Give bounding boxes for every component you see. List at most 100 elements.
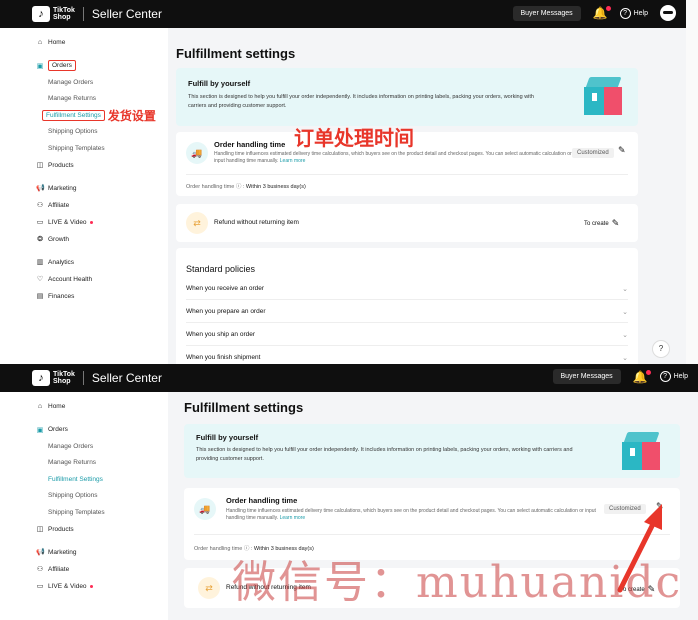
chevron-down-icon: ⌄ <box>622 285 628 293</box>
sidebar-item-finances[interactable]: ▤ Finances <box>0 288 168 305</box>
sidebar-item-live-video[interactable]: ▭ LIVE & Video <box>0 214 168 231</box>
growth-icon: ❂ <box>37 236 43 243</box>
package-box-icon <box>584 77 622 117</box>
intro-description: This section is designed to help you ful… <box>196 447 573 462</box>
help-float-icon[interactable]: ? <box>652 340 670 358</box>
help-button[interactable]: ? Help <box>659 371 688 382</box>
edit-icon[interactable]: ✎ <box>618 145 626 156</box>
order-handling-time: Order handling time ⓘ : Within 3 busines… <box>186 184 306 190</box>
help-icon: ? <box>619 7 631 19</box>
sidebar: ⌂ Home ▣ Orders Manage Orders Manage Retur… <box>0 28 168 364</box>
sidebar-item-fulfillment-settings[interactable]: Fulfillment Settings <box>0 471 168 488</box>
sidebar: ⌂ Home ▣ Orders Manage Orders Manage Retur… <box>0 392 168 620</box>
video-icon: ▭ <box>36 219 44 226</box>
products-icon: ◫ <box>36 526 44 533</box>
sidebar-item-products[interactable]: ◫ Products <box>0 157 168 174</box>
sidebar-item-affiliate[interactable]: ⚇ Affiliate <box>0 561 168 578</box>
sidebar-item-shipping-templates[interactable]: Shipping Templates <box>0 504 168 521</box>
video-icon: ▭ <box>36 583 44 590</box>
truck-icon: 🚚 <box>186 142 208 164</box>
chevron-down-icon: ⌄ <box>622 331 628 339</box>
help-button[interactable]: ? Help <box>619 7 648 19</box>
sidebar-item-orders[interactable]: ▣ Orders <box>0 57 168 74</box>
order-handling-description: Handling time influences estimated deliv… <box>226 508 596 521</box>
learn-more-link[interactable]: Learn more <box>280 158 306 164</box>
sidebar-item-orders[interactable]: ▣ Orders <box>0 421 168 438</box>
refund-without-return-card: ⇄ Refund without returning item To creat… <box>176 204 638 242</box>
screenshot-top: ♪ TikTok Shop Seller Center Buyer Message… <box>0 0 698 364</box>
page-title: Fulfillment settings <box>176 46 296 61</box>
top-bar: ♪ TikTok Shop Seller Center Buyer Message… <box>0 0 686 28</box>
sidebar-item-manage-orders[interactable]: Manage Orders <box>0 438 168 455</box>
main-content: Fulfillment settings Fulfill by yourself… <box>176 28 686 364</box>
sidebar-item-affiliate[interactable]: ⚇ Affiliate <box>0 197 168 214</box>
watermark-text: 微信号：muhuanidc <box>232 557 683 608</box>
orders-icon: ▣ <box>36 426 44 434</box>
refund-icon: ⇄ <box>198 577 220 599</box>
bell-icon[interactable]: 🔔 <box>633 369 651 383</box>
policy-row[interactable]: When you ship an order ⌄ <box>186 324 628 346</box>
learn-more-link[interactable]: Learn more <box>280 515 306 521</box>
order-handling-description: Handling time influences estimated deliv… <box>214 151 572 164</box>
sidebar-item-shipping-options[interactable]: Shipping Options <box>0 488 168 505</box>
fulfill-by-yourself-card: Fulfill by yourself This section is desi… <box>176 68 638 126</box>
policy-row[interactable]: When you receive an order ⌄ <box>186 278 628 300</box>
heart-icon: ♡ <box>36 276 44 283</box>
avatar[interactable] <box>660 5 676 21</box>
sidebar-item-growth[interactable]: ❂ Growth <box>0 231 168 248</box>
sidebar-item-account-health[interactable]: ♡ Account Health <box>0 271 168 288</box>
sidebar-item-home[interactable]: ⌂ Home <box>0 34 168 51</box>
refund-icon: ⇄ <box>186 212 208 234</box>
intro-description: This section is designed to help you ful… <box>188 94 534 109</box>
buyer-messages-button[interactable]: Buyer Messages <box>552 369 621 384</box>
annotation-order-time-cn: 订单处理时间 <box>294 126 414 150</box>
sidebar-item-manage-orders[interactable]: Manage Orders <box>0 74 168 91</box>
order-handling-title: Order handling time <box>226 496 298 505</box>
policy-row[interactable]: When you finish shipment ⌄ <box>186 347 628 364</box>
sidebar-item-live-video[interactable]: ▭ LIVE & Video <box>0 578 168 595</box>
logo[interactable]: ♪ TikTok Shop Seller Center <box>32 370 162 386</box>
tiktok-logo-icon: ♪ <box>32 370 50 386</box>
products-icon: ◫ <box>36 162 44 169</box>
sidebar-item-manage-returns[interactable]: Manage Returns <box>0 91 168 108</box>
seller-center-label: Seller Center <box>91 7 162 21</box>
sidebar-item-shipping-templates[interactable]: Shipping Templates <box>0 140 168 157</box>
sidebar-item-marketing[interactable]: 📢 Marketing <box>0 180 168 197</box>
seller-center-label: Seller Center <box>91 371 162 385</box>
sidebar-item-home[interactable]: ⌂ Home <box>0 398 168 415</box>
brand-name: TikTok Shop <box>53 371 75 385</box>
page-title: Fulfillment settings <box>184 400 304 415</box>
brand-name: TikTok Shop <box>53 7 75 21</box>
home-icon: ⌂ <box>37 39 43 46</box>
scrollbar[interactable] <box>686 0 698 364</box>
wallet-icon: ▤ <box>36 293 44 300</box>
tiktok-logo-icon: ♪ <box>32 6 50 22</box>
chevron-down-icon: ⌄ <box>622 354 628 362</box>
analytics-icon: ▥ <box>36 259 44 266</box>
edit-icon: ✎ <box>611 218 620 228</box>
annotation-fulfillment-cn: 发货设置 <box>107 108 156 123</box>
divider <box>82 371 84 385</box>
home-icon: ⌂ <box>37 403 43 410</box>
package-box-icon <box>622 432 660 472</box>
policy-row[interactable]: When you prepare an order ⌄ <box>186 301 628 323</box>
sidebar-item-fulfillment-settings[interactable]: Fulfillment Settings 发货设置 <box>0 107 168 124</box>
sidebar-item-products[interactable]: ◫ Products <box>0 521 168 538</box>
buyer-messages-button[interactable]: Buyer Messages <box>512 5 581 21</box>
bell-icon[interactable]: 🔔 <box>593 6 611 19</box>
sidebar-item-analytics[interactable]: ▥ Analytics <box>0 254 168 271</box>
sidebar-item-manage-returns[interactable]: Manage Returns <box>0 455 168 472</box>
divider <box>82 7 84 21</box>
truck-icon: 🚚 <box>194 498 216 520</box>
intro-title: Fulfill by yourself <box>196 433 259 442</box>
to-create-button[interactable]: To create ✎ <box>584 218 619 229</box>
order-handling-title: Order handling time <box>214 140 286 149</box>
customized-badge: Customized <box>572 148 614 158</box>
sidebar-item-shipping-options[interactable]: Shipping Options <box>0 124 168 141</box>
refund-title: Refund without returning item <box>214 219 299 226</box>
sidebar-item-marketing[interactable]: 📢 Marketing <box>0 544 168 561</box>
top-bar: ♪ TikTok Shop Seller Center Buyer Message… <box>0 364 698 392</box>
fulfill-by-yourself-card: Fulfill by yourself This section is desi… <box>184 424 680 478</box>
logo[interactable]: ♪ TikTok Shop Seller Center <box>32 6 162 22</box>
megaphone-icon: 📢 <box>36 549 45 556</box>
